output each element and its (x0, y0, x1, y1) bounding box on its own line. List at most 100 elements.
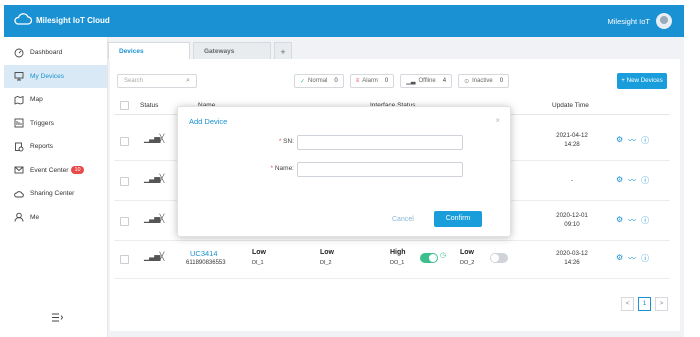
new-devices-button[interactable]: + New Devices (617, 73, 667, 89)
row-checkbox[interactable] (120, 255, 129, 264)
chart-icon[interactable]: 〰 (628, 135, 636, 146)
cloud-share-icon (14, 189, 24, 199)
filter-count: 0 (334, 78, 338, 84)
sidebar-item-me[interactable]: Me (4, 206, 107, 230)
offline-signal-icon: ▁▃▅╳ (144, 174, 164, 183)
offline-signal-icon: ▁▃▅╳ (144, 214, 164, 223)
sidebar-item-label: Reports (30, 143, 54, 151)
do1-toggle[interactable] (420, 253, 438, 263)
sidebar-item-sharing-center[interactable]: Sharing Center (4, 182, 107, 206)
mail-icon (14, 165, 24, 175)
offline-signal-icon: ▁▃▅╳ (144, 134, 164, 143)
select-all-checkbox[interactable] (120, 101, 129, 110)
next-page-button[interactable]: > (655, 297, 668, 311)
filter-label: Inactive (472, 78, 493, 84)
do2-value: Low (460, 249, 474, 256)
info-icon[interactable]: ⓘ (641, 175, 649, 186)
device-sn: 611890836553 (186, 260, 226, 266)
update-time: 2020-12-01 09:10 (556, 212, 588, 228)
row-actions: ⚙ 〰 ⓘ (616, 253, 649, 264)
filter-count: 0 (384, 78, 389, 84)
do2-toggle[interactable] (490, 253, 508, 263)
search-input[interactable]: Search ⌕ (117, 74, 197, 88)
settings-icon[interactable]: ⚙ (616, 253, 623, 264)
do1-label: DO_1 (390, 260, 405, 266)
column-update-time: Update Time (552, 102, 589, 109)
sidebar-item-label: Map (30, 96, 43, 104)
row-actions: ⚙ 〰 ⓘ (616, 135, 649, 146)
prev-page-button[interactable]: < (621, 297, 634, 311)
di1-label: DI_1 (252, 260, 264, 266)
filter-count: 0 (499, 78, 504, 84)
filter-normal[interactable]: ✓ Normal 0 (294, 74, 344, 88)
filter-alarm[interactable]: ≡ Alarm 0 (349, 74, 395, 88)
di2-value: Low (320, 249, 334, 256)
app-title: Milesight IoT Cloud (36, 15, 110, 25)
avatar[interactable] (656, 13, 672, 29)
close-icon[interactable]: × (495, 116, 500, 125)
row-checkbox[interactable] (120, 137, 129, 146)
app-logo[interactable]: Milesight IoT Cloud (14, 13, 110, 27)
user-menu[interactable]: Milesight IoT (607, 13, 672, 29)
collapse-sidebar-icon[interactable] (52, 313, 64, 325)
settings-icon[interactable]: ⚙ (616, 175, 623, 186)
sidebar-item-label: Me (30, 213, 40, 221)
di2-label: DI_2 (320, 260, 332, 266)
name-input[interactable] (297, 162, 463, 177)
filter-inactive[interactable]: ⊙ Inactive 0 (458, 74, 510, 88)
di1-value: Low (252, 249, 266, 256)
timer-icon[interactable]: ◷ (440, 251, 446, 259)
map-icon (14, 95, 24, 105)
inactive-icon: ⊙ (464, 78, 470, 85)
filter-label: Offline (418, 78, 436, 84)
search-placeholder: Search (124, 78, 144, 84)
info-icon[interactable]: ⓘ (641, 135, 649, 146)
filter-offline[interactable]: ▁▃ Offline 4 (400, 74, 453, 88)
sidebar-item-triggers[interactable]: Triggers (4, 112, 107, 136)
update-time: 2021-04-12 14:28 (556, 132, 588, 148)
sidebar-item-map[interactable]: Map (4, 88, 107, 112)
sidebar-item-event-center[interactable]: Event Center 10 (4, 159, 107, 183)
user-name: Milesight IoT (607, 16, 650, 26)
tab-bar: Devices Gateways + (108, 42, 295, 60)
info-icon[interactable]: ⓘ (641, 253, 649, 264)
device-name-link[interactable]: UC3414 (190, 249, 218, 258)
chart-icon[interactable]: 〰 (628, 253, 636, 264)
page-1-button[interactable]: 1 (638, 297, 651, 311)
alarm-icon: ≡ (355, 78, 360, 84)
sidebar-item-label: Sharing Center (30, 190, 75, 198)
chart-icon[interactable]: 〰 (628, 215, 636, 226)
settings-icon[interactable]: ⚙ (616, 215, 623, 226)
settings-icon[interactable]: ⚙ (616, 135, 623, 146)
sidebar-item-my-devices[interactable]: My Devices (4, 64, 107, 88)
add-tab-button[interactable]: + (274, 42, 292, 60)
filter-count: 4 (442, 78, 447, 84)
dialog-title: Add Device (189, 117, 228, 126)
sidebar-item-dashboard[interactable]: Dashboard (4, 41, 107, 65)
row-actions: ⚙ 〰 ⓘ (616, 175, 649, 186)
chart-icon[interactable]: 〰 (628, 175, 636, 186)
event-count-badge: 10 (71, 166, 84, 175)
update-time: - (570, 177, 574, 184)
filter-label: Alarm (362, 78, 378, 84)
update-time: 2020-03-12 14:26 (556, 250, 588, 266)
cancel-button[interactable]: Cancel (392, 216, 414, 223)
sn-input[interactable] (297, 135, 463, 150)
tab-gateways[interactable]: Gateways (193, 42, 271, 60)
pagination: < 1 > (621, 297, 668, 311)
name-label: * Name: (270, 165, 295, 172)
table-row[interactable]: ▁▃▅╳ UC3414 611890836553 Low DI_1 Low DI… (114, 241, 670, 279)
info-icon[interactable]: ⓘ (641, 215, 649, 226)
sidebar-item-label: Triggers (30, 119, 54, 127)
sidebar-item-reports[interactable]: Reports (4, 135, 107, 159)
tab-devices[interactable]: Devices (108, 42, 190, 60)
row-checkbox[interactable] (120, 217, 129, 226)
offline-signal-icon: ▁▃▅╳ (144, 252, 164, 261)
sidebar: Dashboard My Devices Map Triggers Report… (4, 37, 108, 337)
sidebar-item-label: Dashboard (30, 49, 63, 57)
filter-label: Normal (308, 78, 328, 84)
status-filters: ✓ Normal 0 ≡ Alarm 0 ▁▃ Offline 4 ⊙ Inac… (294, 74, 510, 88)
row-checkbox[interactable] (120, 177, 129, 186)
confirm-button[interactable]: Confirm (434, 211, 482, 227)
row-actions: ⚙ 〰 ⓘ (616, 215, 649, 226)
